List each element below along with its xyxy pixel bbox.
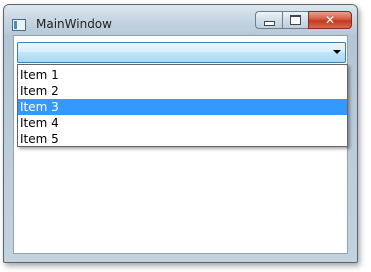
window-title: MainWindow <box>36 17 112 31</box>
close-button[interactable]: ✕ <box>308 11 352 29</box>
dropdown-arrow-icon[interactable] <box>333 50 341 54</box>
combobox-dropdown-list: Item 1 Item 2 Item 3 Item 4 Item 5 <box>17 64 348 147</box>
client-area: Item 1 Item 2 Item 3 Item 4 Item 5 <box>13 35 348 254</box>
maximize-button[interactable] <box>282 11 308 29</box>
caption-buttons: ✕ <box>255 11 352 29</box>
minimize-icon <box>263 20 275 26</box>
main-window: MainWindow ✕ Item 1 Item 2 Item 3 Item 4… <box>3 4 358 263</box>
maximize-icon <box>290 15 301 25</box>
minimize-button[interactable] <box>255 11 282 29</box>
dropdown-item[interactable]: Item 2 <box>18 83 347 99</box>
title-bar[interactable]: MainWindow ✕ <box>4 5 357 35</box>
dropdown-item-highlighted[interactable]: Item 3 <box>18 99 347 115</box>
dropdown-item[interactable]: Item 1 <box>18 67 347 83</box>
dropdown-item[interactable]: Item 4 <box>18 115 347 131</box>
close-icon: ✕ <box>324 13 336 27</box>
dropdown-item[interactable]: Item 5 <box>18 131 347 147</box>
items-combobox[interactable] <box>17 42 346 63</box>
app-window-icon[interactable] <box>12 19 26 31</box>
